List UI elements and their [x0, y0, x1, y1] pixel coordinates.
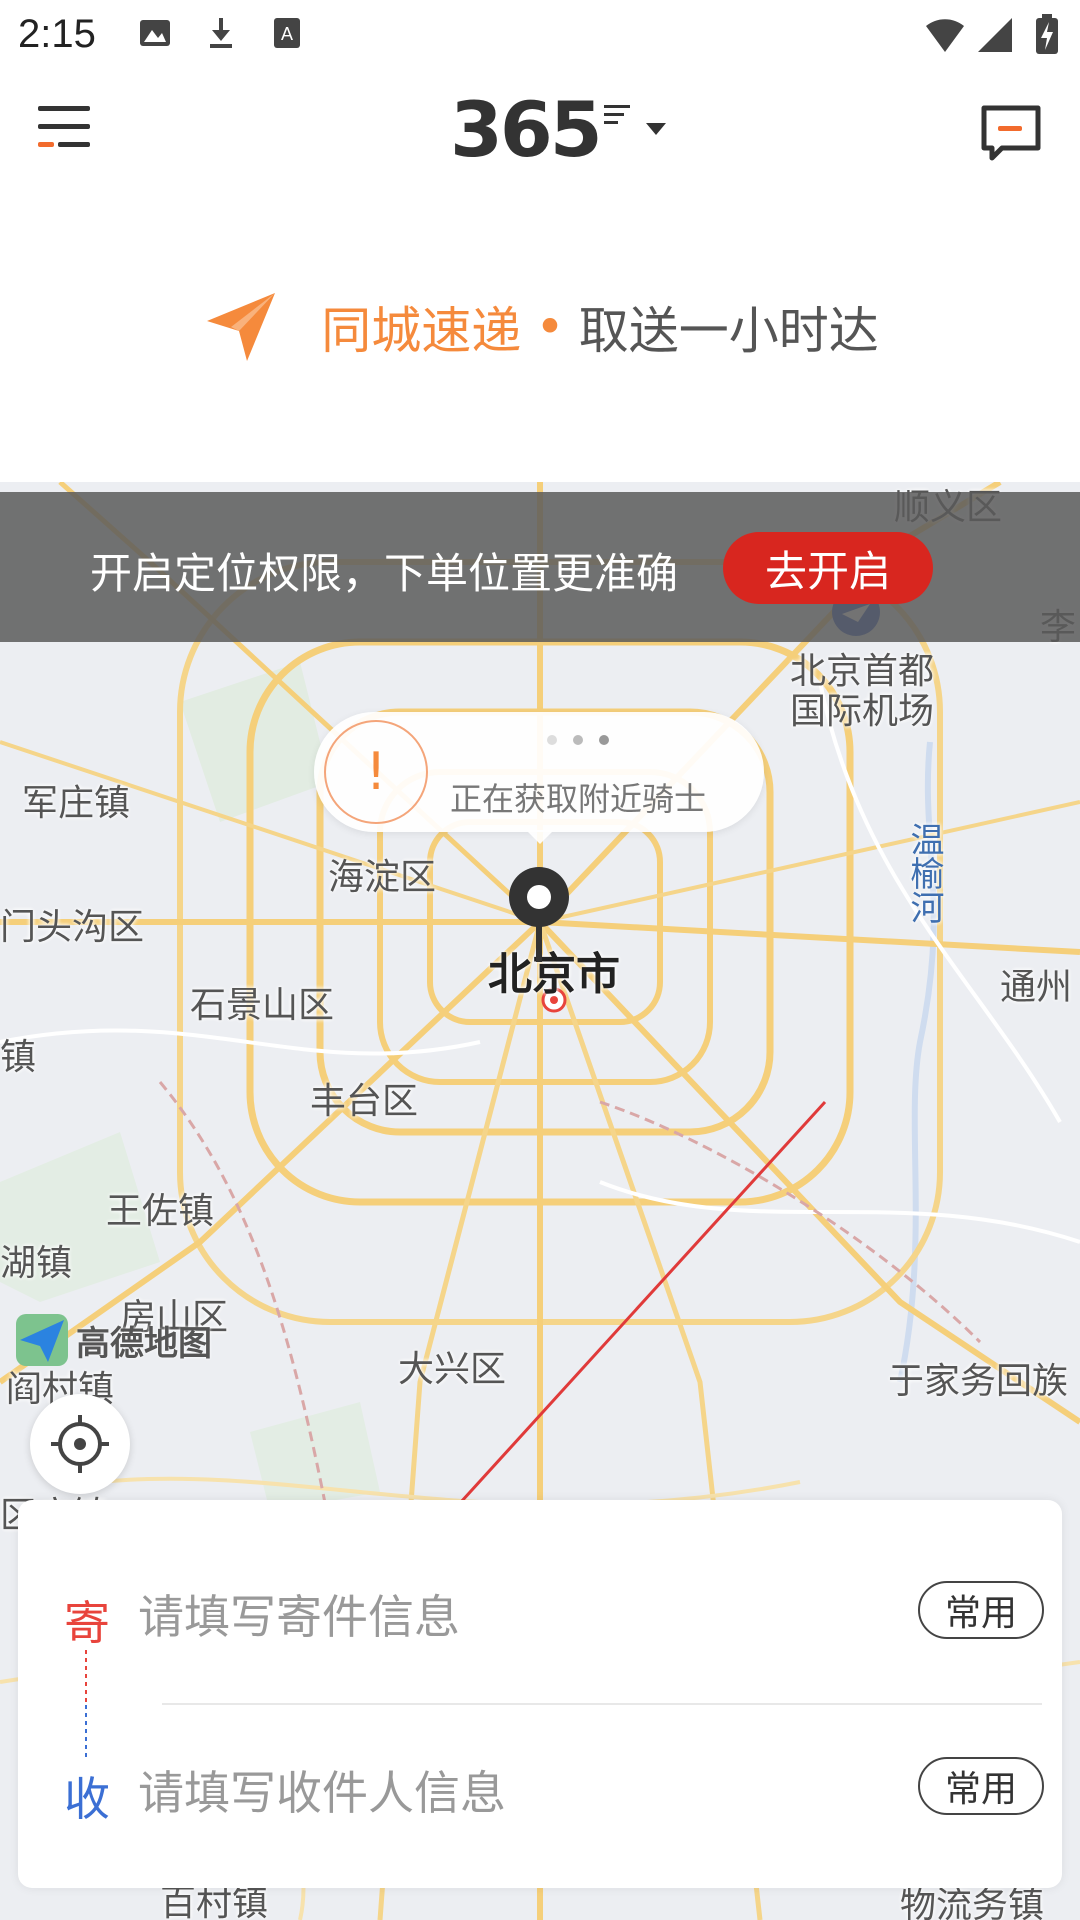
- map-label: 通州: [1000, 967, 1073, 1008]
- map-label: 海淀区: [328, 857, 437, 898]
- font-icon: A: [274, 18, 300, 48]
- receiver-row[interactable]: 收 常用: [18, 1733, 1062, 1853]
- bubble-text: 正在获取附近骑士: [450, 780, 707, 818]
- receiver-common-button[interactable]: 常用: [918, 1757, 1044, 1815]
- caret-down-icon: [645, 123, 666, 135]
- banner-dot: •: [535, 298, 565, 356]
- paper-plane-icon: [207, 293, 276, 361]
- sender-tag: 寄: [64, 1596, 110, 1650]
- signal-icon: [978, 18, 1012, 52]
- download-icon: [210, 18, 232, 48]
- map-label: 大兴区: [398, 1349, 507, 1390]
- warning-icon: !: [324, 720, 428, 824]
- status-time: 2:15: [18, 12, 96, 56]
- sender-info-input[interactable]: [138, 1585, 698, 1649]
- banner-subtitle: 取送一小时达: [578, 302, 879, 360]
- receiver-tag: 收: [64, 1772, 110, 1826]
- row-divider: [162, 1703, 1042, 1705]
- wifi-icon: [926, 19, 964, 52]
- banner-title: 同城速递: [321, 302, 522, 360]
- header: 365: [0, 72, 1080, 182]
- map-label: 石景山区: [190, 985, 335, 1026]
- location-permission-bar: 开启定位权限，下单位置更准确 去开启: [0, 492, 1080, 642]
- svg-text:A: A: [281, 24, 293, 44]
- image-icon: [140, 20, 170, 46]
- map-label: 镇: [0, 1037, 37, 1078]
- bubble-tail: [526, 830, 554, 844]
- map-label: 王佐镇: [106, 1191, 215, 1232]
- menu-icon: [38, 106, 90, 147]
- battery-icon: [1036, 14, 1058, 54]
- map-label: 于家务回族: [888, 1361, 1069, 1402]
- sender-row[interactable]: 寄 常用: [18, 1557, 1062, 1677]
- message-icon: [981, 105, 1041, 161]
- map-label: 丰台区: [310, 1081, 419, 1122]
- map-label: 国际机场: [790, 691, 935, 732]
- map-label-river: 温榆河: [904, 822, 944, 924]
- enable-location-button[interactable]: 去开启: [723, 532, 933, 604]
- logo-switcher-button[interactable]: 365: [450, 84, 668, 174]
- receiver-info-input[interactable]: [138, 1761, 698, 1825]
- service-banner: 同城速递 • 取送一小时达: [0, 182, 1080, 482]
- address-card: 寄 常用 收 常用: [18, 1500, 1062, 1888]
- amap-text: 高德地图: [76, 1323, 212, 1364]
- loading-dots-icon: [547, 735, 609, 745]
- sender-common-button[interactable]: 常用: [918, 1581, 1044, 1639]
- map-label: 门头沟区: [0, 907, 145, 948]
- logo-lines-icon: [603, 105, 630, 124]
- rider-search-bubble: ! 正在获取附近骑士: [314, 712, 764, 832]
- map-label: 军庄镇: [22, 783, 131, 824]
- map-label: 湖镇: [0, 1243, 73, 1284]
- amap-logo-icon: [16, 1314, 68, 1366]
- crosshair-icon: [51, 1415, 109, 1473]
- permission-text: 开启定位权限，下单位置更准确: [90, 549, 679, 598]
- menu-button[interactable]: [30, 92, 102, 164]
- message-button[interactable]: [978, 100, 1044, 166]
- logo-text: 365: [450, 84, 603, 174]
- amap-attribution: 高德地图: [14, 1312, 212, 1368]
- locate-me-button[interactable]: [30, 1394, 130, 1494]
- location-pin-icon: [509, 867, 569, 962]
- status-bar: 2:15 A: [0, 0, 1080, 72]
